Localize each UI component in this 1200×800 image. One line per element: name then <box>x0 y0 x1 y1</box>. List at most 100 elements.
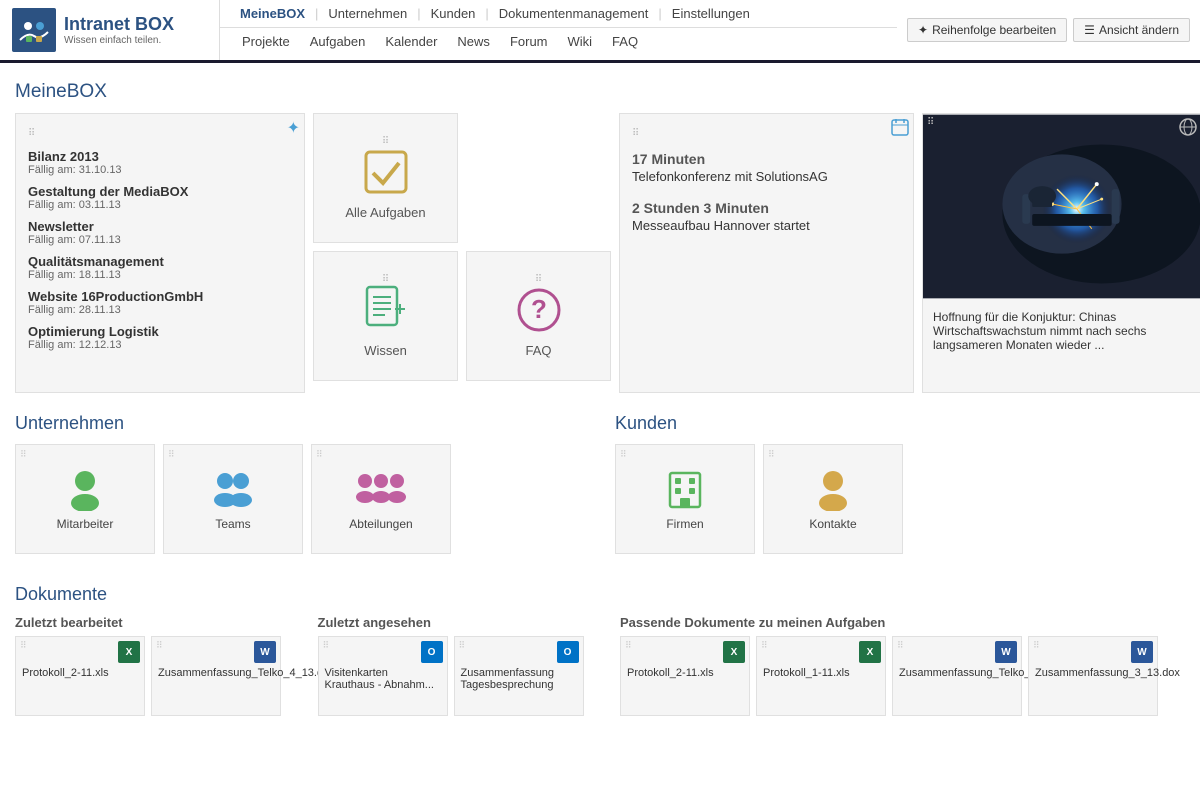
all-tasks-label: Alle Aufgaben <box>345 205 425 220</box>
nav-wiki[interactable]: Wiki <box>558 34 603 49</box>
abteilungen-icon <box>349 467 413 511</box>
doc-name-b1: Protokoll_2-11.xls <box>22 667 138 679</box>
doc-tile-bearbeitet-1[interactable]: ⠿ X Protokoll_2-11.xls <box>15 636 145 716</box>
doc-name-p1: Protokoll_2-11.xls <box>627 667 743 679</box>
faq-tile[interactable]: ⠿ ? FAQ <box>466 251 611 381</box>
task-due-6: Fällig am: 12.12.13 <box>28 339 292 351</box>
faq-icon: ? <box>514 285 564 335</box>
doc-handle-a1: ⠿ <box>323 641 330 650</box>
nav-meinebox[interactable]: MeineBOX <box>232 6 313 21</box>
nav-kalender[interactable]: Kalender <box>375 34 447 49</box>
meinebox-title: MeineBOX <box>15 81 1185 103</box>
tasks-handle: ⠿ <box>28 128 35 139</box>
nav-news[interactable]: News <box>447 34 500 49</box>
dokumente-title: Dokumente <box>15 584 1185 605</box>
doc-tile-bearbeitet-2[interactable]: ⠿ W Zusammenfassung_Telko_4_13.dox <box>151 636 281 716</box>
firmen-icon <box>662 467 708 511</box>
teams-tile[interactable]: ⠿ Teams <box>163 444 303 554</box>
doc-tiles-passend: ⠿ X Protokoll_2-11.xls ⠿ X Protokoll_1-1… <box>620 636 1185 716</box>
cal-time-1: 17 Minuten <box>632 151 901 167</box>
news-tile[interactable]: ⠿ <box>922 113 1200 393</box>
mitarbeiter-icon <box>61 467 109 511</box>
doc-tiles-angesehen: ⠿ O Visitenkarten Krauthaus - Abnahm... … <box>318 636 601 716</box>
nav-einstellungen[interactable]: Einstellungen <box>664 6 758 21</box>
doc-handle-p4: ⠿ <box>1033 641 1040 650</box>
task-title-3: Newsletter <box>28 219 292 234</box>
nav-faq[interactable]: FAQ <box>602 34 648 49</box>
calendar-icon <box>891 118 909 141</box>
doc-name-p3: Zusammenfassung_Telko_4_13.dox <box>899 667 1015 679</box>
nav-projekte[interactable]: Projekte <box>232 34 300 49</box>
task-due-4: Fällig am: 18.11.13 <box>28 269 292 281</box>
doc-col-bearbeitet-title: Zuletzt bearbeitet <box>15 615 298 630</box>
doc-tile-passend-4[interactable]: ⠿ W Zusammenfassung_3_13.dox <box>1028 636 1158 716</box>
doc-name-a2: Zusammenfassung Tagesbesprechung <box>461 667 577 691</box>
abteilungen-handle: ⠿ <box>316 449 323 460</box>
header: Intranet BOX Wissen einfach teilen. Mein… <box>0 0 1200 63</box>
unternehmen-tiles: ⠿ Mitarbeiter ⠿ Team <box>15 444 585 554</box>
wissen-handle: ⠿ <box>382 275 389 285</box>
firmen-label: Firmen <box>666 517 703 531</box>
tasks-tile: ⠿ ✦ Bilanz 2013 Fällig am: 31.10.13 Gest… <box>15 113 305 393</box>
nav-aufgaben[interactable]: Aufgaben <box>300 34 376 49</box>
logo-text: Intranet BOX Wissen einfach teilen. <box>64 14 174 46</box>
mitarbeiter-tile[interactable]: ⠿ Mitarbeiter <box>15 444 155 554</box>
nav-dokumente[interactable]: Dokumentenmanagement <box>491 6 657 21</box>
abteilungen-tile[interactable]: ⠿ Abteilungen <box>311 444 451 554</box>
doc-icon-excel-1: X <box>118 641 140 663</box>
all-tasks-tile[interactable]: ⠿ Alle Aufgaben <box>313 113 458 243</box>
task-item-4: Qualitätsmanagement Fällig am: 18.11.13 <box>28 254 292 281</box>
kontakte-tile[interactable]: ⠿ Kontakte <box>763 444 903 554</box>
task-title-4: Qualitätsmanagement <box>28 254 292 269</box>
nav-unternehmen[interactable]: Unternehmen <box>320 6 415 21</box>
view-icon: ☰ <box>1084 23 1095 37</box>
view-label: Ansicht ändern <box>1099 23 1179 37</box>
doc-tile-angesehen-1[interactable]: ⠿ O Visitenkarten Krauthaus - Abnahm... <box>318 636 448 716</box>
wissen-tile[interactable]: ⠿ Wissen <box>313 251 458 381</box>
doc-icon-outlook-2: O <box>557 641 579 663</box>
kunden-section: Kunden ⠿ Firmen <box>615 413 1185 569</box>
calendar-events: 17 Minuten Telefonkonferenz mit Solution… <box>632 151 901 233</box>
nav-area: MeineBOX | Unternehmen | Kunden | Dokume… <box>220 0 897 60</box>
view-button[interactable]: ☰ Ansicht ändern <box>1073 18 1190 42</box>
doc-tile-angesehen-2[interactable]: ⠿ O Zusammenfassung Tagesbesprechung <box>454 636 584 716</box>
nav-forum[interactable]: Forum <box>500 34 558 49</box>
reorder-label: Reihenfolge bearbeiten <box>932 23 1056 37</box>
doc-name-p2: Protokoll_1-11.xls <box>763 667 879 679</box>
middle-col: ⠿ Alle Aufgaben ⠿ <box>313 113 611 393</box>
doc-tile-passend-2[interactable]: ⠿ X Protokoll_1-11.xls <box>756 636 886 716</box>
nav-kunden[interactable]: Kunden <box>423 6 484 21</box>
mitarbeiter-label: Mitarbeiter <box>57 517 114 531</box>
doc-handle-b2: ⠿ <box>156 641 163 650</box>
doc-icon-word-p4: W <box>1131 641 1153 663</box>
logo-icon <box>12 8 56 52</box>
doc-col-bearbeitet: Zuletzt bearbeitet ⠿ X Protokoll_2-11.xl… <box>15 615 298 716</box>
doc-name-b2: Zusammenfassung_Telko_4_13.dox <box>158 667 274 679</box>
news-text: Hoffnung für die Konjuktur: Chinas Wirts… <box>923 302 1200 360</box>
reorder-icon: ✦ <box>918 23 928 37</box>
calendar-handle: ⠿ <box>632 128 639 139</box>
firmen-tile[interactable]: ⠿ Firmen <box>615 444 755 554</box>
reorder-button[interactable]: ✦ Reihenfolge bearbeiten <box>907 18 1067 42</box>
task-title-6: Optimierung Logistik <box>28 324 292 339</box>
doc-tile-passend-3[interactable]: ⠿ W Zusammenfassung_Telko_4_13.dox <box>892 636 1022 716</box>
doc-tile-passend-1[interactable]: ⠿ X Protokoll_2-11.xls <box>620 636 750 716</box>
teams-handle: ⠿ <box>168 449 175 460</box>
logo-title: Intranet BOX <box>64 14 174 35</box>
wissen-faq-row: ⠿ Wissen ⠿ <box>313 251 611 381</box>
doc-handle-p2: ⠿ <box>761 641 768 650</box>
calendar-tile: ⠿ 17 Minuten Telefonkonferenz mit Soluti… <box>619 113 914 393</box>
kontakte-label: Kontakte <box>809 517 856 531</box>
dokumente-row: Zuletzt bearbeitet ⠿ X Protokoll_2-11.xl… <box>15 615 1185 716</box>
task-item-2: Gestaltung der MediaBOX Fällig am: 03.11… <box>28 184 292 211</box>
doc-icon-excel-p1: X <box>723 641 745 663</box>
all-tasks-handle: ⠿ <box>382 137 389 147</box>
doc-icon-excel-p2: X <box>859 641 881 663</box>
news-image <box>923 114 1200 299</box>
doc-col-angesehen: Zuletzt angesehen ⠿ O Visitenkarten Krau… <box>318 615 601 716</box>
tasks-action-icon[interactable]: ✦ <box>287 118 300 138</box>
top-nav: MeineBOX | Unternehmen | Kunden | Dokume… <box>220 0 897 28</box>
cal-desc-2: Messeaufbau Hannover startet <box>632 218 901 233</box>
task-item-6: Optimierung Logistik Fällig am: 12.12.13 <box>28 324 292 351</box>
logo-area: Intranet BOX Wissen einfach teilen. <box>0 0 220 60</box>
